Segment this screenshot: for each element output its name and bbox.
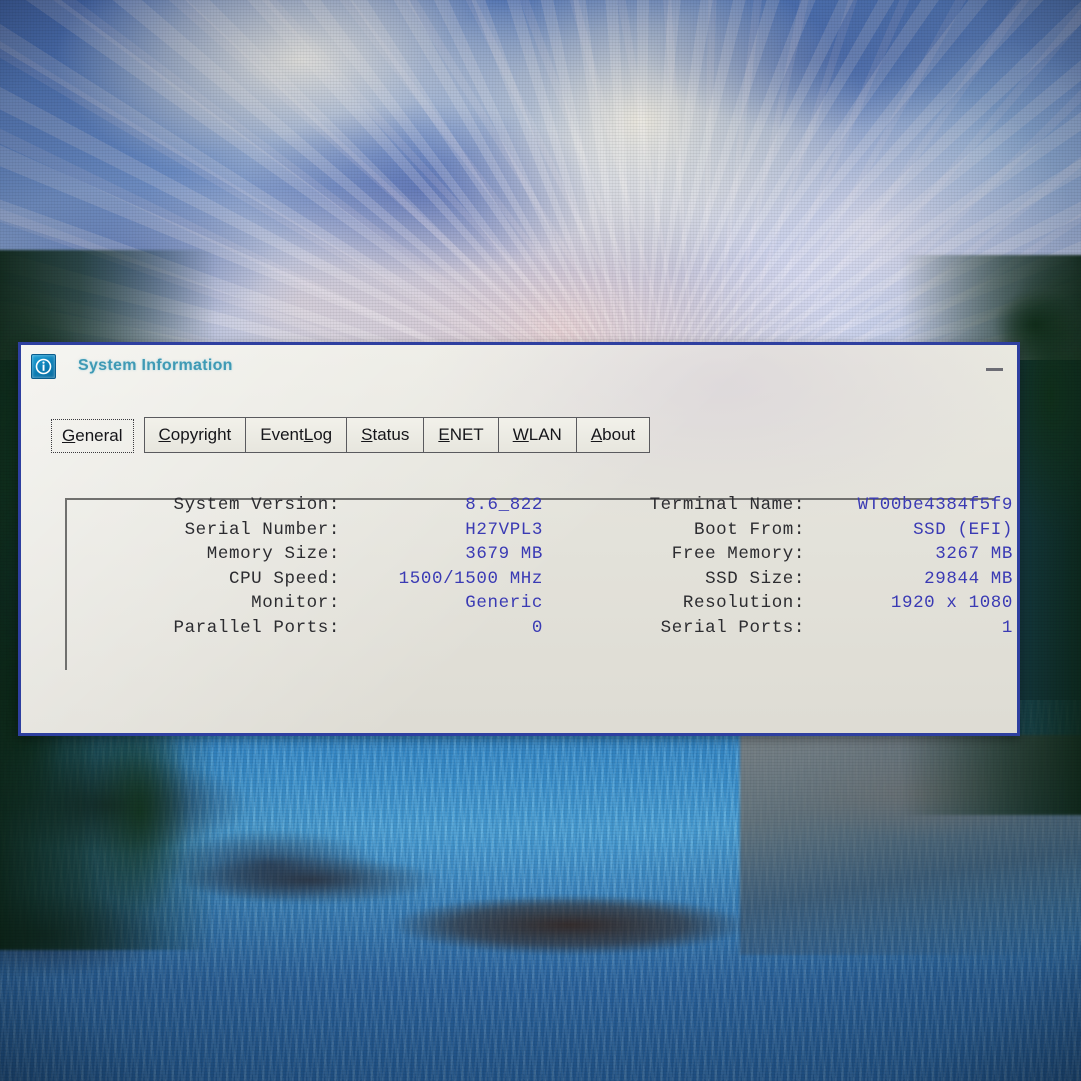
label-memory-size: Memory Size:	[206, 544, 340, 564]
general-left-column: System Version: 8.6_822 Serial Number: H…	[65, 493, 543, 640]
value-ssd-size: 29844 MB	[924, 568, 1013, 589]
tab-about[interactable]: About	[575, 417, 651, 453]
value-boot-from: SSD (EFI)	[913, 519, 1013, 540]
tab-wlan[interactable]: W LAN	[497, 417, 576, 453]
info-row-resolution: Resolution: 1920 x 1080	[543, 591, 1013, 616]
label-free-memory: Free Memory:	[671, 544, 805, 564]
info-row-ssd-size: SSD Size: 29844 MB	[543, 567, 1013, 592]
tab-general[interactable]: General	[51, 419, 134, 453]
value-serial-ports: 1	[1001, 617, 1013, 638]
label-system-version: System Version:	[173, 495, 340, 515]
tab-general-mnemonic: G	[62, 426, 76, 445]
tab-event-log-mnemonic: L	[303, 425, 314, 444]
value-cpu-speed: 1500/1500 MHz	[398, 568, 543, 589]
value-resolution: 1920 x 1080	[890, 593, 1013, 613]
info-row-monitor: Monitor: Generic	[65, 591, 543, 616]
tab-strip[interactable]: General Copyright Event Log Status E NET …	[51, 413, 651, 453]
info-row-system-version: System Version: 8.6_822	[65, 493, 543, 518]
info-row-serial-ports: Serial Ports: 1	[543, 616, 1013, 641]
info-row-parallel-ports: Parallel Ports: 0	[65, 616, 543, 641]
window-title: System Information	[78, 357, 233, 374]
value-serial-number: H27VPL3	[465, 519, 543, 540]
value-parallel-ports: 0	[531, 617, 543, 638]
window-titlebar[interactable]: System Information	[21, 345, 1017, 387]
value-free-memory: 3267 MB	[935, 544, 1013, 564]
info-icon	[31, 353, 56, 379]
tab-about-after: bout	[602, 425, 636, 444]
label-serial-number: Serial Number:	[184, 519, 340, 540]
label-boot-from: Boot From:	[693, 519, 805, 540]
minimize-icon	[985, 368, 1003, 371]
label-serial-ports: Serial Ports:	[660, 617, 805, 638]
label-parallel-ports: Parallel Ports:	[173, 617, 340, 638]
system-information-window[interactable]: System Information General Copyright Eve…	[18, 342, 1020, 736]
tab-about-mnemonic: A	[590, 425, 603, 444]
general-right-column: Terminal Name: WT00be4384f5f9 Boot From:…	[543, 493, 1013, 640]
label-resolution: Resolution:	[682, 593, 805, 613]
tab-status-after: tatus	[372, 425, 410, 444]
value-terminal-name: WT00be4384f5f9	[857, 495, 1013, 515]
tab-event-log-before: Event	[260, 425, 304, 444]
value-monitor: Generic	[465, 593, 543, 613]
minimize-button[interactable]	[981, 353, 1007, 375]
label-cpu-speed: CPU Speed:	[228, 568, 340, 589]
tab-copyright[interactable]: Copyright	[143, 417, 246, 453]
tab-enet-after: NET	[449, 425, 484, 444]
tab-status-mnemonic: S	[361, 425, 373, 444]
tab-wlan-after: LAN	[528, 425, 562, 444]
tab-copyright-mnemonic: C	[158, 425, 171, 444]
value-memory-size: 3679 MB	[465, 544, 543, 564]
value-system-version: 8.6_822	[465, 495, 543, 515]
tab-general-after: eneral	[75, 426, 123, 445]
tab-copyright-after: opyright	[170, 425, 232, 444]
tab-status[interactable]: Status	[346, 417, 424, 453]
info-row-memory-size: Memory Size: 3679 MB	[65, 542, 543, 567]
wallpaper-rocks-center	[360, 885, 780, 965]
label-monitor: Monitor:	[251, 593, 340, 613]
info-row-cpu-speed: CPU Speed: 1500/1500 MHz	[65, 567, 543, 592]
info-row-serial-number: Serial Number: H27VPL3	[65, 518, 543, 543]
info-row-terminal-name: Terminal Name: WT00be4384f5f9	[543, 493, 1013, 518]
tab-wlan-mnemonic: W	[512, 425, 529, 444]
tab-enet-mnemonic: E	[438, 425, 450, 444]
info-row-free-memory: Free Memory: 3267 MB	[543, 542, 1013, 567]
tab-event-log-after: og	[313, 425, 333, 444]
tab-enet[interactable]: E NET	[423, 417, 498, 453]
tab-event-log[interactable]: Event Log	[245, 417, 347, 453]
info-row-boot-from: Boot From: SSD (EFI)	[543, 518, 1013, 543]
general-info-panel: System Version: 8.6_822 Serial Number: H…	[65, 493, 1015, 640]
label-terminal-name: Terminal Name:	[649, 495, 805, 515]
label-ssd-size: SSD Size:	[705, 568, 805, 589]
